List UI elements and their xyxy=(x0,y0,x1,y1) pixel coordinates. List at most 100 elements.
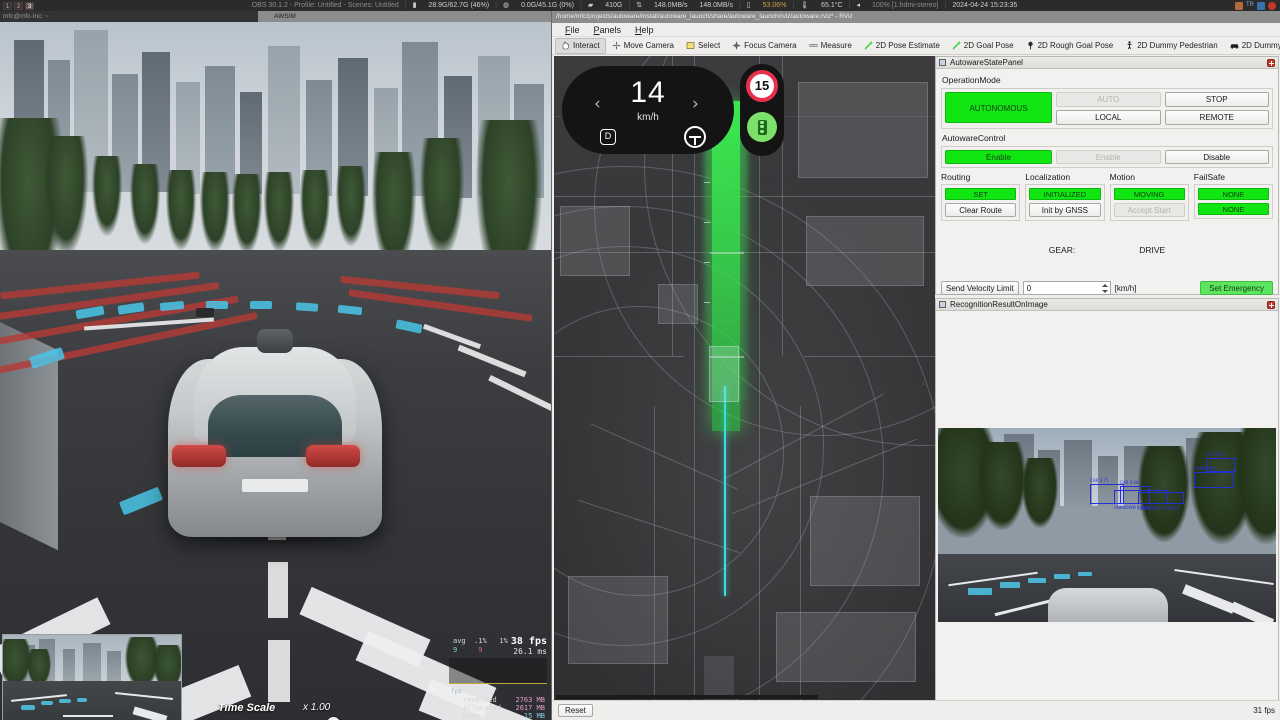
move-camera-icon xyxy=(612,41,621,50)
stats-values: 9 9 xyxy=(453,646,483,654)
system-status-bar: 1 2 3 OBS 30.1.2 - Profile: Untitled - S… xyxy=(0,0,1280,11)
autoware-control-group: Enable Enable Disable xyxy=(941,146,1273,168)
send-velocity-limit-button[interactable]: Send Velocity Limit xyxy=(941,281,1019,295)
gear-row: GEAR: DRIVE xyxy=(941,245,1273,255)
awsim-titlebar: mfc@mfc-Inc: ~ AWSIM xyxy=(0,11,551,22)
scrollbar-thumb[interactable] xyxy=(556,695,818,699)
rviz-toolbar[interactable]: Interact Move Camera Select Focus Camera xyxy=(552,37,1280,55)
control-enable-button[interactable]: Enable xyxy=(1056,150,1161,164)
menu-help[interactable]: Help xyxy=(628,25,661,35)
rviz-fps: 31 fps xyxy=(1253,706,1275,715)
volume-icon: ◂ xyxy=(856,2,860,9)
panel-icon xyxy=(939,59,946,66)
map-building xyxy=(798,82,928,178)
mem-label: mono xyxy=(463,712,480,720)
workspace-switcher[interactable]: 1 2 3 xyxy=(0,1,34,10)
swap-icon: ◍ xyxy=(502,2,510,9)
swap-usage: 0.0G/45.1G (0%) xyxy=(521,2,574,9)
measure-icon xyxy=(808,41,818,50)
tool-move-camera[interactable]: Move Camera xyxy=(606,38,680,54)
obs-title: OBS 30.1.2 - Profile: Untitled - Scenes:… xyxy=(251,2,399,9)
close-icon[interactable] xyxy=(1267,300,1275,309)
stop-line xyxy=(710,356,744,358)
rviz-menubar[interactable]: File Panels Help xyxy=(552,23,1280,37)
tool-label: Move Camera xyxy=(623,41,674,50)
awsim-window-title[interactable]: AWSIM xyxy=(258,11,551,22)
tool-2d-pose-estimate[interactable]: 2D Pose Estimate xyxy=(858,38,946,54)
tool-focus-camera[interactable]: Focus Camera xyxy=(726,38,802,54)
disk-icon: ▰ xyxy=(587,2,594,9)
rviz-window: /home/mfc/projects/autoware/install/auto… xyxy=(551,11,1280,720)
terminal-window-title[interactable]: mfc@mfc-Inc: ~ xyxy=(0,13,49,20)
spinner-arrows[interactable] xyxy=(1101,282,1109,294)
mem-value: 2617 MB xyxy=(515,704,545,712)
local-button[interactable]: LOCAL xyxy=(1056,110,1161,125)
routing-group: Routing SET Clear Route xyxy=(941,172,1021,221)
simulator-3d-scene[interactable]: Time Scale x 1.00 avg .1% 1% 38 fps 26.1… xyxy=(0,22,551,720)
velocity-limit-value: 0 xyxy=(1026,284,1032,293)
steering-wheel-icon xyxy=(684,126,706,148)
tool-2d-dummy-pedestrian[interactable]: 2D Dummy Pedestrian xyxy=(1119,38,1223,54)
recognition-body: CAR 0.75 CAR 0.68 UNKNOWN 0.99997 UNKNOW… xyxy=(936,311,1278,709)
init-by-gnss-button[interactable]: Init by GNSS xyxy=(1029,203,1101,217)
autoware-control-label: AutowareControl xyxy=(942,133,1006,143)
tool-2d-rough-goal-pose[interactable]: 2D Rough Goal Pose xyxy=(1020,38,1120,54)
tool-2d-goal-pose[interactable]: 2D Goal Pose xyxy=(946,38,1020,54)
stop-button[interactable]: STOP xyxy=(1164,92,1269,107)
clock: 2024-04-24 15:23:35 xyxy=(952,2,1018,9)
workspace-1[interactable]: 1 xyxy=(3,1,12,10)
operation-mode-group: AUTONOMOUS AUTO LOCAL STOP REMOTE xyxy=(941,88,1273,129)
clear-route-button[interactable]: Clear Route xyxy=(945,203,1017,217)
tool-select[interactable]: Select xyxy=(680,38,726,54)
workspace-2[interactable]: 2 xyxy=(14,1,23,10)
tool-label: 2D Dummy Car xyxy=(1241,41,1280,50)
tail-light-right xyxy=(306,445,360,467)
panel-title: RecognitionResultOnImage xyxy=(950,300,1048,309)
panel-header[interactable]: RecognitionResultOnImage xyxy=(936,299,1278,311)
screen-icon[interactable] xyxy=(1257,1,1265,10)
auto-button[interactable]: AUTO xyxy=(1056,92,1161,107)
map-building xyxy=(810,496,920,586)
rviz-3d-viewport[interactable]: ‹ › 14 km/h D 15 xyxy=(554,56,935,710)
menu-panels[interactable]: Panels xyxy=(587,25,629,35)
awsim-simulator-window: mfc@mfc-Inc: ~ AWSIM Time Scale x 1.00 a… xyxy=(0,11,551,720)
accept-start-button[interactable]: Accept Start xyxy=(1113,203,1185,217)
autoware-state-panel: AutowareStatePanel OperationMode AUTONOM… xyxy=(935,56,1279,295)
network-icon: ⇅ xyxy=(636,2,643,9)
stats-headers: avg .1% 1% xyxy=(453,637,508,645)
mem-label: reserved xyxy=(463,696,497,704)
ego-vehicle xyxy=(150,317,400,547)
velocity-limit-input[interactable]: 0 xyxy=(1022,281,1111,295)
system-tray[interactable]: TR xyxy=(1235,0,1280,11)
keyboard-layout[interactable]: TR xyxy=(1246,0,1254,11)
goal-arrow-icon xyxy=(952,41,961,50)
remote-button[interactable]: REMOTE xyxy=(1164,110,1269,125)
viewport-splitter[interactable]: › xyxy=(922,381,926,391)
localization-group: Localization INITIALIZED Init by GNSS xyxy=(1025,172,1105,221)
panel-header[interactable]: AutowareStatePanel xyxy=(936,57,1278,69)
camera-detection-image[interactable]: CAR 0.75 CAR 0.68 UNKNOWN 0.99997 UNKNOW… xyxy=(938,428,1276,622)
tool-measure[interactable]: Measure xyxy=(803,38,858,54)
operation-mode-row: AUTONOMOUS AUTO LOCAL STOP REMOTE xyxy=(945,92,1269,125)
tool-2d-dummy-car[interactable]: 2D Dummy Car xyxy=(1224,38,1280,54)
camera-preview[interactable] xyxy=(2,634,182,720)
pin-icon xyxy=(1026,41,1035,50)
failsafe-label: FailSafe xyxy=(1193,172,1225,182)
close-icon[interactable] xyxy=(1267,58,1275,67)
failsafe-status: NONE xyxy=(1197,188,1269,200)
workspace-3[interactable]: 3 xyxy=(25,1,34,10)
control-disable-button[interactable]: Disable xyxy=(1164,150,1269,164)
reset-button[interactable]: Reset xyxy=(558,704,593,717)
menu-file[interactable]: File xyxy=(558,25,587,35)
hand-icon xyxy=(561,41,570,50)
cpu-temperature: 65.1°C xyxy=(821,2,843,9)
rviz-window-title: /home/mfc/projects/autoware/install/auto… xyxy=(552,11,1280,23)
detection-label: UNKNOWN 0.999807 xyxy=(1138,506,1180,511)
net-up: 148.0MB/s xyxy=(699,2,733,9)
set-emergency-button[interactable]: Set Emergency xyxy=(1200,281,1273,295)
camera-icon[interactable] xyxy=(1235,1,1243,10)
tool-interact[interactable]: Interact xyxy=(555,37,606,54)
record-icon[interactable] xyxy=(1268,1,1276,10)
panel-icon xyxy=(939,301,946,308)
time-scale-control[interactable]: Time Scale x 1.00 xyxy=(185,698,360,720)
